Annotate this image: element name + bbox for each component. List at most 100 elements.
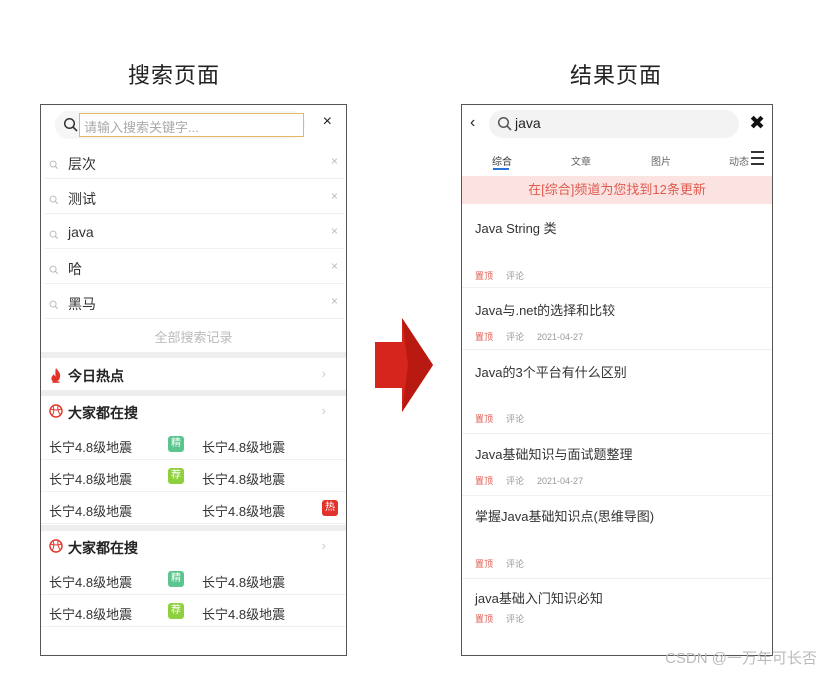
history-item-label: 黑马 bbox=[68, 296, 96, 312]
hot-search-row: 长宁4.8级地震 长宁4.8级地震 荐 bbox=[41, 460, 346, 492]
result-count-banner: 在[综合]频道为您找到12条更新 bbox=[462, 176, 772, 204]
popular-section-title: 大家都在搜 bbox=[68, 405, 138, 421]
article-meta: 置顶 评论 2021-04-27 bbox=[475, 330, 583, 343]
search-page-screen: 请输入搜索关键字... × 层次 × 测试 × java × 哈 × 黑马 × 全部搜索记录 今日… bbox=[40, 104, 347, 656]
pinned-tag: 置顶 bbox=[475, 614, 494, 624]
today-hot-title: 今日热点 bbox=[68, 368, 124, 384]
close-icon[interactable]: ✖ bbox=[749, 112, 765, 135]
delete-icon[interactable]: × bbox=[331, 154, 338, 168]
hot-search-row: 长宁4.8级地震 长宁4.8级地震 精 bbox=[41, 563, 346, 595]
badge: 精 bbox=[168, 436, 184, 452]
delete-icon[interactable]: × bbox=[331, 294, 338, 308]
article-meta: 置顶 评论 bbox=[475, 269, 537, 282]
article-meta: 置顶 评论 2021-04-27 bbox=[475, 474, 583, 487]
article-title[interactable]: 掌握Java基础知识点(思维导图) bbox=[475, 506, 654, 525]
search-icon bbox=[49, 227, 59, 245]
article-item[interactable]: 掌握Java基础知识点(思维导图) 置顶 评论 bbox=[462, 496, 772, 579]
close-icon[interactable]: × bbox=[323, 113, 332, 131]
hot-search-item[interactable]: 长宁4.8级地震 bbox=[202, 501, 285, 520]
comment-link[interactable]: 评论 bbox=[506, 614, 524, 624]
basketball-icon bbox=[49, 539, 63, 555]
article-title[interactable]: Java的3个平台有什么区别 bbox=[475, 362, 627, 381]
search-icon bbox=[497, 116, 512, 131]
history-item[interactable]: 测试 × bbox=[45, 180, 344, 214]
badge: 荐 bbox=[168, 468, 184, 484]
history-item-label: java bbox=[68, 224, 94, 240]
basketball-icon bbox=[49, 404, 63, 420]
flame-icon bbox=[51, 368, 61, 383]
comment-link[interactable]: 评论 bbox=[506, 271, 524, 281]
popular-section-header[interactable]: 大家都在搜 › bbox=[41, 531, 346, 563]
hot-search-item[interactable]: 长宁4.8级地震 bbox=[49, 469, 132, 488]
hot-search-item[interactable]: 长宁4.8级地震 bbox=[202, 604, 285, 623]
comment-link[interactable]: 评论 bbox=[506, 332, 524, 342]
article-item[interactable]: Java与.net的选择和比较置顶 评论 2021-04-27 bbox=[462, 288, 772, 350]
search-icon bbox=[49, 297, 59, 315]
article-date: 2021-04-27 bbox=[537, 332, 584, 342]
delete-icon[interactable]: × bbox=[331, 259, 338, 273]
result-page-screen: ‹ java ✖ 综合 文章 图片 动态 在[综合]频道为您找到12条更新 Java … bbox=[461, 104, 773, 656]
article-meta: 置顶 评论 bbox=[475, 557, 537, 570]
history-item-label: 哈 bbox=[68, 261, 82, 277]
popular-section-title: 大家都在搜 bbox=[68, 540, 138, 556]
tab-2[interactable]: 文章 bbox=[571, 153, 591, 168]
article-item[interactable]: Java的3个平台有什么区别 置顶 评论 bbox=[462, 350, 772, 434]
hot-search-item[interactable]: 长宁4.8级地震 bbox=[49, 604, 132, 623]
search-icon bbox=[49, 192, 59, 210]
search-icon bbox=[63, 117, 78, 132]
article-item[interactable]: Java String 类置顶 评论 bbox=[462, 204, 772, 288]
badge: 荐 bbox=[168, 603, 184, 619]
pinned-tag: 置顶 bbox=[475, 332, 494, 342]
search-icon bbox=[49, 262, 59, 280]
article-title[interactable]: Java基础知识与面试题整理 bbox=[475, 444, 632, 463]
article-item[interactable]: java基础入门知识必知置顶 评论 bbox=[462, 579, 772, 655]
badge: 精 bbox=[168, 571, 184, 587]
tab-1[interactable]: 综合 bbox=[492, 153, 512, 168]
today-hot-row[interactable]: 今日热点 › bbox=[41, 359, 346, 391]
hot-search-item[interactable]: 长宁4.8级地震 bbox=[49, 437, 132, 456]
search-input[interactable]: 请输入搜索关键字... bbox=[79, 113, 304, 137]
hot-search-item[interactable]: 长宁4.8级地震 bbox=[49, 501, 132, 520]
chevron-right-icon: › bbox=[321, 403, 326, 418]
search-page-heading: 搜索页面 bbox=[128, 63, 221, 88]
history-item-label: 层次 bbox=[68, 156, 96, 172]
history-item[interactable]: 黑马 × bbox=[45, 285, 344, 319]
hot-search-row: 长宁4.8级地震 长宁4.8级地震 精 bbox=[41, 428, 346, 460]
hot-search-item[interactable]: 长宁4.8级地震 bbox=[202, 572, 285, 591]
hot-search-item[interactable]: 长宁4.8级地震 bbox=[202, 469, 285, 488]
popular-section-header[interactable]: 大家都在搜 › bbox=[41, 396, 346, 428]
search-query: java bbox=[515, 115, 541, 131]
history-item[interactable]: 层次 × bbox=[45, 145, 344, 179]
tab-3[interactable]: 图片 bbox=[651, 153, 671, 168]
tab-4[interactable]: 动态 bbox=[729, 153, 749, 168]
comment-link[interactable]: 评论 bbox=[506, 414, 524, 424]
result-search-bar[interactable]: java bbox=[489, 110, 739, 138]
search-bar: 请输入搜索关键字... bbox=[55, 111, 305, 139]
article-title[interactable]: java基础入门知识必知 bbox=[475, 588, 603, 607]
watermark: CSDN @一万年可长否 bbox=[665, 650, 817, 667]
article-date: 2021-04-27 bbox=[537, 476, 584, 486]
article-title[interactable]: Java与.net的选择和比较 bbox=[475, 300, 615, 319]
chevron-right-icon: › bbox=[321, 366, 326, 381]
delete-icon[interactable]: × bbox=[331, 189, 338, 203]
comment-link[interactable]: 评论 bbox=[506, 476, 524, 486]
comment-link[interactable]: 评论 bbox=[506, 559, 524, 569]
menu-icon[interactable] bbox=[751, 151, 764, 169]
article-meta: 置顶 评论 bbox=[475, 612, 537, 625]
article-title[interactable]: Java String 类 bbox=[475, 218, 557, 237]
all-history-link[interactable]: 全部搜索记录 bbox=[41, 327, 346, 346]
pinned-tag: 置顶 bbox=[475, 559, 494, 569]
delete-icon[interactable]: × bbox=[331, 224, 338, 238]
history-item[interactable]: java × bbox=[45, 215, 344, 249]
hot-search-row: 长宁4.8级地震 长宁4.8级地震 荐 bbox=[41, 595, 346, 627]
badge: 热 bbox=[322, 500, 338, 516]
history-item[interactable]: 哈 × bbox=[45, 250, 344, 284]
hot-search-item[interactable]: 长宁4.8级地震 bbox=[202, 437, 285, 456]
hot-search-item[interactable]: 长宁4.8级地震 bbox=[49, 572, 132, 591]
article-item[interactable]: Java基础知识与面试题整理 置顶 评论 2021-04-27 bbox=[462, 434, 772, 496]
back-icon[interactable]: ‹ bbox=[470, 114, 475, 132]
arrow-right-icon bbox=[375, 318, 433, 412]
history-item-label: 测试 bbox=[68, 191, 96, 207]
pinned-tag: 置顶 bbox=[475, 271, 494, 281]
search-header: 请输入搜索关键字... × bbox=[41, 105, 346, 145]
